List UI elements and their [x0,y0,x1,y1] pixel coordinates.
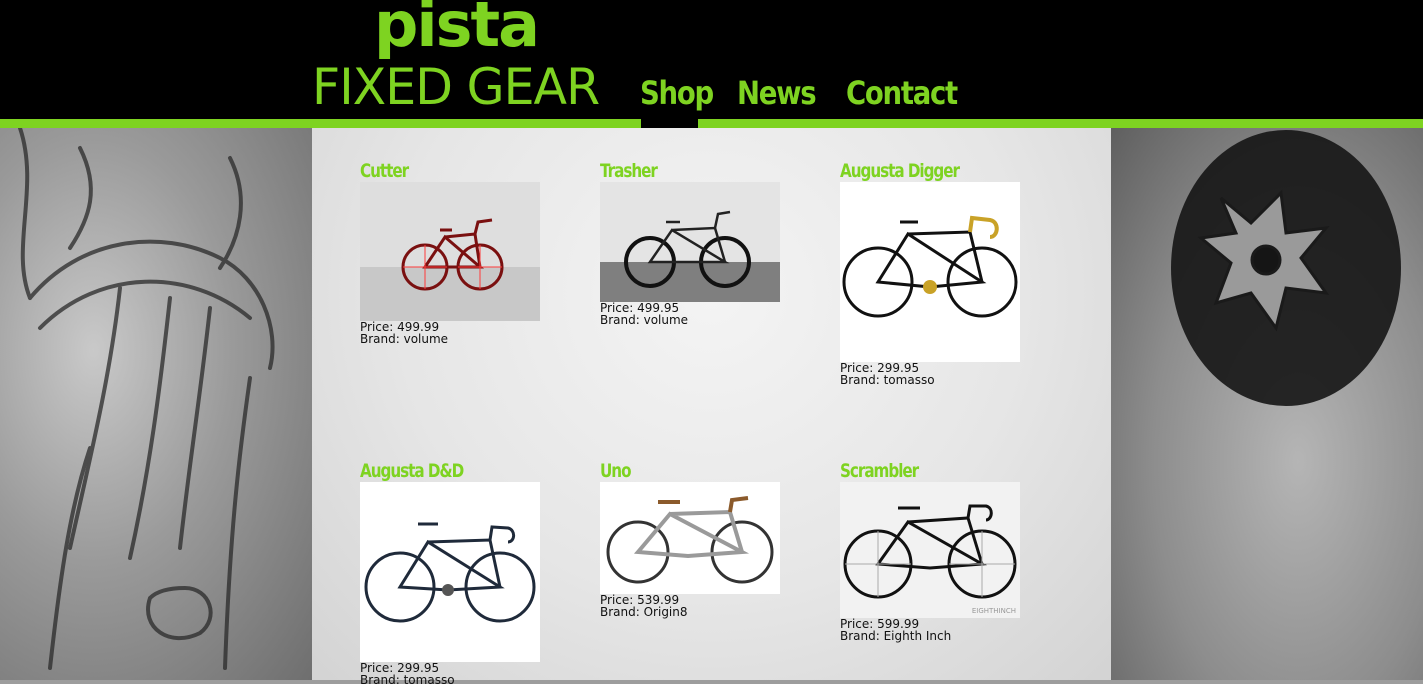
product-name[interactable]: Augusta D&D [360,460,504,482]
bottom-divider [0,680,1423,684]
product-brand: Brand: tomasso [360,673,455,684]
product-image[interactable] [840,182,1020,362]
logo-fixed-gear[interactable]: FIXED GEAR [312,62,600,112]
product-card: Augusta Digger Price: 299.95 Brand: toma… [840,160,1020,386]
product-name[interactable]: Uno [600,460,744,482]
product-name[interactable]: Augusta Digger [840,160,984,182]
product-brand: Brand: Eighth Inch [840,629,952,643]
product-brand: Brand: volume [360,332,449,346]
nav-contact[interactable]: Contact [846,74,958,112]
product-name[interactable]: Trasher [600,160,744,182]
image-watermark: EIGHTHINCH [971,607,1016,615]
site-header: pista FIXED GEAR Shop News Contact [0,0,1423,120]
active-tab-indicator [641,119,698,128]
background-right-panel [1111,128,1423,684]
product-name[interactable]: Scrambler [840,460,984,482]
product-brand: Brand: Origin8 [600,605,688,619]
header-accent-bar [0,119,1423,128]
product-card: Uno Price: 539.99 Brand: Origin8 [600,460,780,618]
background-left-panel [0,126,312,684]
product-brand: Brand: tomasso [840,373,935,387]
product-image[interactable] [360,482,540,662]
nav-shop[interactable]: Shop [640,74,714,118]
product-card: Augusta D&D Price: 299.95 Brand: tomasso [360,460,540,684]
product-name[interactable]: Cutter [360,160,504,182]
product-card: Trasher Price: 499.95 Brand: volume [600,160,780,326]
nav-news[interactable]: News [737,74,817,112]
product-image[interactable] [600,182,780,302]
product-image[interactable] [360,182,540,321]
product-image[interactable] [600,482,780,594]
product-card: Scrambler EIGHTHINCH Price: 599.99 Brand… [840,460,1020,642]
product-image[interactable]: EIGHTHINCH [840,482,1020,618]
product-brand: Brand: volume [600,313,689,327]
logo-pista[interactable]: pista [374,0,540,56]
product-card: Cutter Price: 499.99 Brand: volume [360,160,540,345]
